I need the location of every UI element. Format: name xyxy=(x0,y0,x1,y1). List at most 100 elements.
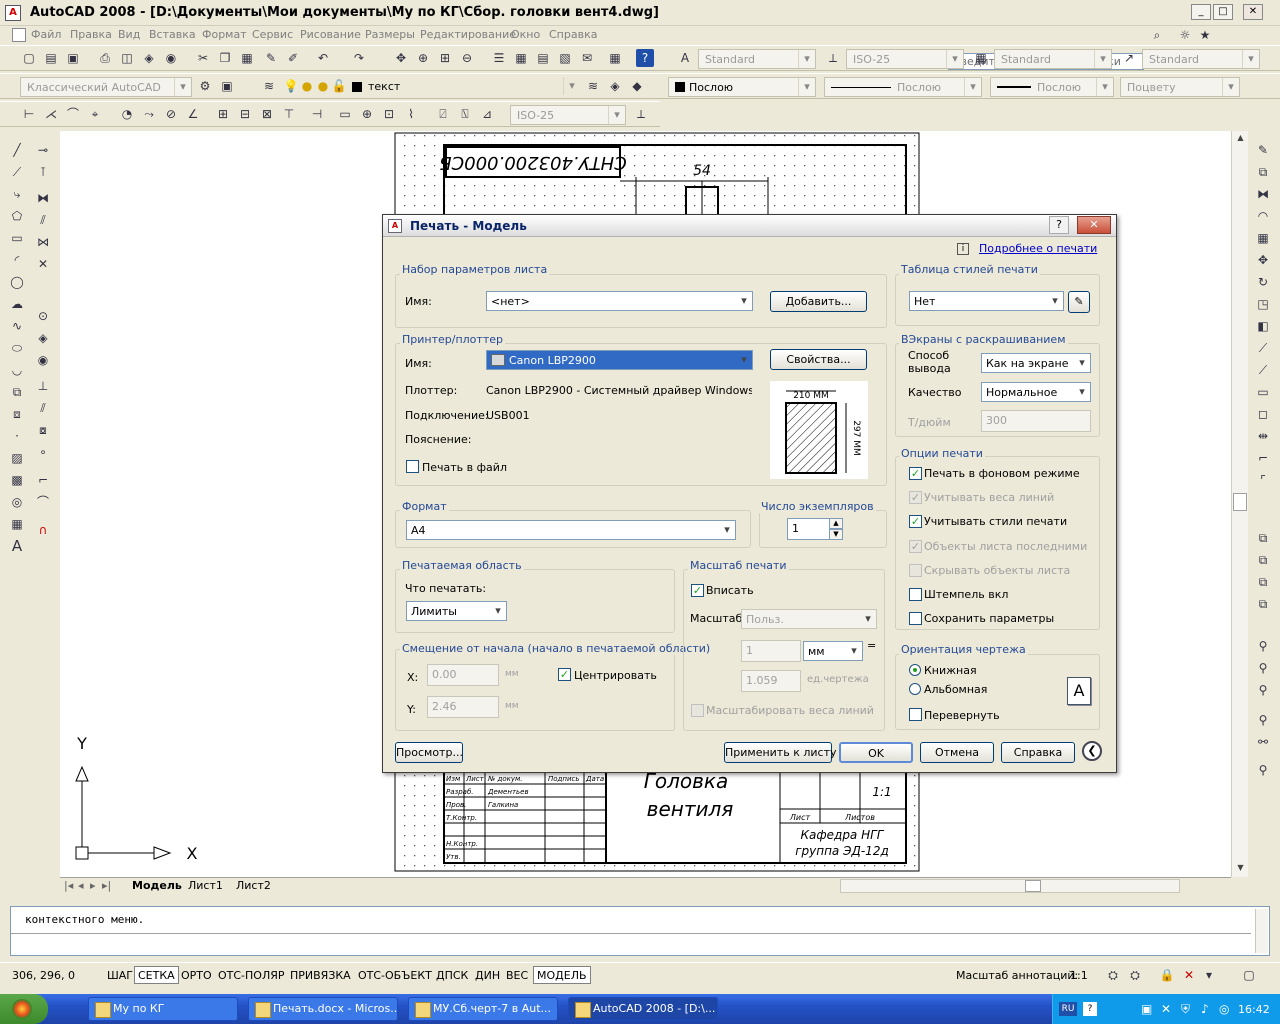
save-icon[interactable]: ▣ xyxy=(64,49,82,67)
toggle-ducs[interactable]: ДПСК xyxy=(432,966,472,984)
menu-modify[interactable]: Редактирование xyxy=(420,28,516,41)
quality-select[interactable]: Нормальное xyxy=(981,382,1091,402)
snap-tangent-icon[interactable]: ⚲ xyxy=(1254,761,1272,779)
coordinates-readout[interactable]: 306, 296, 0 xyxy=(8,966,100,984)
page-setup-name-select[interactable]: <нет> xyxy=(486,291,753,311)
option-lineweights-checkbox[interactable]: ✓ xyxy=(909,491,922,504)
text-style-icon[interactable]: A xyxy=(676,49,694,67)
horizontal-scrollbar[interactable] xyxy=(840,879,1180,893)
arc-length-icon[interactable]: ⌒ xyxy=(64,105,82,123)
scroll-down-icon[interactable]: ▼ xyxy=(1234,863,1247,875)
copies-down-icon[interactable]: ▼ xyxy=(829,529,843,540)
menu-edit[interactable]: Правка xyxy=(70,28,112,41)
multileader-style-icon[interactable]: ↗ xyxy=(1120,49,1138,67)
layer-previous-icon[interactable]: ◈ xyxy=(606,77,624,95)
rotate-right-icon[interactable]: ↻ xyxy=(1254,273,1272,291)
toggle-lwt[interactable]: ВЕС xyxy=(502,966,532,984)
dialog-close-icon[interactable]: ✕ xyxy=(1077,216,1111,234)
print-to-file-checkbox[interactable] xyxy=(406,460,419,473)
zoom-window-icon[interactable]: ⊞ xyxy=(436,49,454,67)
tab-first-icon[interactable]: |◂ xyxy=(64,879,73,892)
ordinate-dimension-icon[interactable]: ⌖ xyxy=(86,105,104,123)
revision-cloud-icon[interactable]: ☁ xyxy=(8,295,26,313)
toggle-ortho[interactable]: ОРТО xyxy=(177,966,216,984)
menu-view[interactable]: Вид xyxy=(118,28,140,41)
dimension-style-select-2[interactable]: ISO-25 xyxy=(510,105,626,125)
dimension-style-select[interactable]: ISO-25 xyxy=(846,49,964,69)
pan-icon[interactable]: ✥ xyxy=(392,49,410,67)
hatch-icon[interactable]: ▨ xyxy=(8,449,26,467)
menu-insert[interactable]: Вставка xyxy=(149,28,196,41)
taskbar-item-autocad-1[interactable]: МУ.Сб.черт-7 в Aut... xyxy=(408,997,558,1021)
stretch-icon[interactable]: ◉ xyxy=(34,351,52,369)
dimension-style-icon[interactable]: ⟂ xyxy=(824,49,842,67)
make-object-layer-current-icon[interactable]: ≋ xyxy=(584,77,602,95)
toggle-otrack[interactable]: ОТС-ОБЪЕКТ xyxy=(354,966,436,984)
menu-format[interactable]: Формат xyxy=(202,28,247,41)
toggle-osnap[interactable]: ПРИВЯЗКА xyxy=(286,966,355,984)
continue-dimension-icon[interactable]: ⊠ xyxy=(258,105,276,123)
plotstyle-select[interactable]: Поцвету xyxy=(1120,77,1240,97)
copy-object-icon[interactable]: ⊺ xyxy=(34,163,52,181)
toggle-model[interactable]: МОДЕЛЬ xyxy=(533,966,591,984)
offset-icon[interactable]: ⫽ xyxy=(34,211,52,229)
open-icon[interactable]: ▤ xyxy=(42,49,60,67)
edit-plot-style-icon[interactable]: ✎ xyxy=(1068,291,1090,313)
add-page-setup-button[interactable]: Добавить... xyxy=(770,291,867,312)
block-editor-icon[interactable]: ✐ xyxy=(284,49,302,67)
3d-dwf-icon[interactable]: ◉ xyxy=(162,49,180,67)
draworder-back-icon[interactable]: ⧉ xyxy=(1254,551,1272,569)
update-icon[interactable]: ⛨ xyxy=(1181,1002,1195,1016)
toggle-polar[interactable]: ОТС-ПОЛЯР xyxy=(214,966,289,984)
lineweight-select[interactable]: Послою xyxy=(990,77,1114,97)
sheet-set-icon[interactable]: ▧ xyxy=(556,49,574,67)
snap-intersection-icon[interactable]: ⚲ xyxy=(1254,681,1272,699)
cut-icon[interactable]: ✂ xyxy=(194,49,212,67)
favorites-icon[interactable]: ★ xyxy=(1196,26,1214,44)
status-tray-settings-icon[interactable]: ▾ xyxy=(1200,966,1218,984)
arc-icon[interactable]: ◜ xyxy=(8,251,26,269)
upside-down-checkbox[interactable] xyxy=(909,708,922,721)
taskbar-item-folder[interactable]: Му по КГ xyxy=(88,997,238,1021)
offset-y-input[interactable]: 2.46 xyxy=(427,696,499,718)
landscape-radio[interactable] xyxy=(909,683,921,695)
collapse-dialog-icon[interactable]: ❮ xyxy=(1082,741,1102,761)
printer-properties-button[interactable]: Свойства... xyxy=(770,349,867,370)
scale-value2-input[interactable]: 1.059 xyxy=(741,670,801,692)
break-right-icon[interactable]: ◻ xyxy=(1254,405,1272,423)
design-center-icon[interactable]: ▦ xyxy=(512,49,530,67)
workspace-select[interactable]: Классический AutoCAD xyxy=(20,77,192,97)
ellipse-arc-icon[interactable]: ◡ xyxy=(8,361,26,379)
mirror-right-icon[interactable]: ⧓ xyxy=(1254,185,1272,203)
layer-properties-icon[interactable]: ≋ xyxy=(260,77,278,95)
tab-layout1[interactable]: Лист1 xyxy=(188,879,223,892)
ok-button[interactable]: OK xyxy=(839,742,913,763)
document-icon[interactable] xyxy=(12,28,26,42)
language-indicator[interactable]: RU xyxy=(1059,1002,1077,1016)
undo-icon[interactable]: ↶ xyxy=(314,49,332,67)
aligned-dimension-icon[interactable]: ⋌ xyxy=(42,105,60,123)
menu-help[interactable]: Справка xyxy=(549,28,597,41)
command-scrollbar[interactable] xyxy=(1255,909,1268,953)
safely-remove-icon[interactable]: ◎ xyxy=(1219,1002,1233,1016)
spline-icon[interactable]: ∿ xyxy=(8,317,26,335)
erase-icon[interactable]: ⊸ xyxy=(34,141,52,159)
erase-right-icon[interactable]: ✎ xyxy=(1254,141,1272,159)
tool-palettes-icon[interactable]: ▤ xyxy=(534,49,552,67)
polygon-icon[interactable]: ⬠ xyxy=(8,207,26,225)
search-icon[interactable]: ⌕ xyxy=(1148,26,1166,44)
table-icon[interactable]: ▦ xyxy=(8,515,26,533)
what-to-plot-select[interactable]: Лимиты xyxy=(406,601,507,621)
option-background-plot-checkbox[interactable]: ✓ xyxy=(909,467,922,480)
portrait-radio[interactable] xyxy=(909,664,921,676)
scroll-up-icon[interactable]: ▲ xyxy=(1234,133,1247,145)
layer-state-icon[interactable]: ◆ xyxy=(628,77,646,95)
chamfer-icon[interactable]: ⌐ xyxy=(34,471,52,489)
start-button[interactable] xyxy=(0,994,48,1024)
maximize-button[interactable]: □ xyxy=(1213,4,1233,20)
gradient-icon[interactable]: ▩ xyxy=(8,471,26,489)
tab-next-icon[interactable]: ▸ xyxy=(90,879,96,892)
properties-icon[interactable]: ☰ xyxy=(490,49,508,67)
minimize-button[interactable]: _ xyxy=(1191,4,1211,20)
snap-endpoint-icon[interactable]: ⚲ xyxy=(1254,637,1272,655)
